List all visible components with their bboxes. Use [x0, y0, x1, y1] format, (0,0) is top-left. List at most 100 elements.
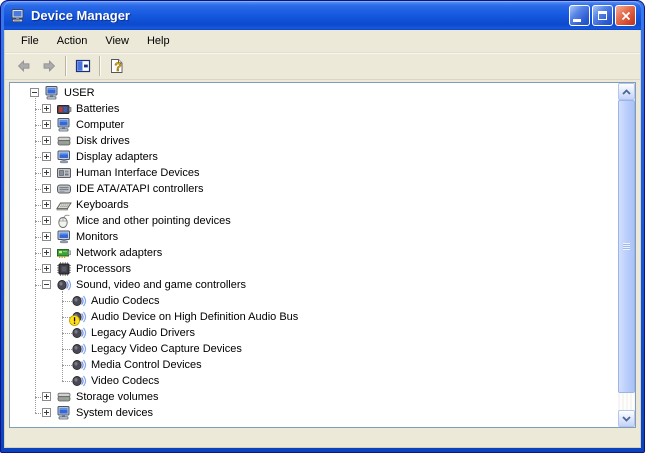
sound-icon [69, 309, 87, 326]
device-tree: USER Batteries Computer Disk drives Display … [10, 83, 618, 427]
tree-item-label: USER [64, 87, 95, 99]
sound-icon [71, 357, 87, 373]
disk-icon [56, 389, 72, 405]
ide-icon [56, 181, 72, 197]
monitor-icon [56, 229, 72, 245]
menu-bar: File Action View Help [5, 30, 640, 53]
close-button[interactable] [615, 5, 636, 26]
scrollbar-track[interactable] [618, 100, 635, 410]
tree-item[interactable]: Human Interface Devices [10, 165, 618, 181]
tree-item[interactable]: Mice and other pointing devices [10, 213, 618, 229]
expand-toggle[interactable] [42, 248, 51, 257]
tree-item-label: System devices [76, 407, 154, 419]
tree-item[interactable]: Video Codecs [10, 373, 618, 389]
sound-icon [71, 293, 87, 309]
tree-item[interactable]: Network adapters [10, 245, 618, 261]
keyboard-icon [56, 197, 72, 213]
tree-item-label: Media Control Devices [91, 359, 202, 371]
device-manager-app-icon [10, 8, 26, 24]
menu-item-file[interactable]: File [12, 32, 48, 50]
maximize-button[interactable] [592, 5, 613, 26]
tree-item-label: Audio Codecs [91, 295, 160, 307]
tree-item-label: Keyboards [76, 199, 129, 211]
battery-icon [56, 101, 72, 117]
expand-toggle[interactable] [42, 408, 51, 417]
sound-icon [71, 373, 87, 389]
tree-item-label: Audio Device on High Definition Audio Bu… [91, 311, 299, 323]
forward-arrow-icon [43, 60, 55, 72]
sound-icon [71, 325, 87, 341]
tree-item-label: IDE ATA/ATAPI controllers [76, 183, 204, 195]
scrollbar-thumb[interactable] [618, 100, 635, 393]
tree-item-label: Display adapters [76, 151, 158, 163]
title-bar: Device Manager [4, 1, 641, 30]
tree-item-label: Disk drives [76, 135, 130, 147]
tree-item[interactable]: USER [10, 85, 618, 101]
tree-item-label: Monitors [76, 231, 119, 243]
back-button[interactable] [11, 55, 36, 77]
expand-toggle[interactable] [42, 152, 51, 161]
expand-toggle[interactable] [42, 216, 51, 225]
toolbar-separator [99, 56, 100, 76]
computer-icon [56, 405, 72, 421]
expand-toggle[interactable] [42, 200, 51, 209]
close-icon [621, 11, 630, 20]
tree-item[interactable]: Sound, video and game controllers [10, 277, 618, 293]
scroll-up-button[interactable] [618, 83, 635, 100]
hid-icon [56, 165, 72, 181]
tree-item[interactable]: Legacy Audio Drivers [10, 325, 618, 341]
minimize-button[interactable] [569, 5, 590, 26]
forward-button[interactable] [36, 55, 61, 77]
tree-item-label: Processors [76, 263, 132, 275]
tree-item[interactable]: Audio Device on High Definition Audio Bu… [10, 309, 618, 326]
help-button[interactable]: ? [104, 55, 129, 77]
expand-toggle[interactable] [42, 168, 51, 177]
tree-item[interactable]: Batteries [10, 101, 618, 117]
sound-icon [56, 277, 72, 293]
collapse-toggle[interactable] [30, 88, 39, 97]
window-title: Device Manager [31, 8, 130, 23]
scroll-down-button[interactable] [618, 410, 635, 427]
tree-item[interactable]: System devices [10, 405, 618, 421]
tree-item[interactable]: Storage volumes [10, 389, 618, 405]
processor-icon [56, 261, 72, 277]
tree-item-label: Batteries [76, 103, 120, 115]
tree-item-label: Computer [76, 119, 125, 131]
expand-toggle[interactable] [42, 392, 51, 401]
tree-item[interactable]: Legacy Video Capture Devices [10, 341, 618, 357]
expand-toggle[interactable] [42, 104, 51, 113]
chevron-up-icon [622, 88, 631, 95]
show-console-tree-icon [75, 59, 90, 73]
help-icon: ? [110, 59, 122, 74]
expand-toggle[interactable] [42, 264, 51, 273]
tree-item-label: Mice and other pointing devices [76, 215, 231, 227]
network-icon [56, 245, 72, 261]
expand-toggle[interactable] [42, 136, 51, 145]
expand-toggle[interactable] [42, 184, 51, 193]
tree-item[interactable]: Monitors [10, 229, 618, 245]
tree-item[interactable]: Processors [10, 261, 618, 277]
tree-item-label: Network adapters [76, 247, 163, 259]
toolbar-separator [65, 56, 66, 76]
tree-item[interactable]: Keyboards [10, 197, 618, 213]
expand-toggle[interactable] [42, 232, 51, 241]
collapse-toggle[interactable] [42, 280, 51, 289]
tree-item[interactable]: Audio Codecs [10, 293, 618, 309]
vertical-scrollbar[interactable] [618, 83, 635, 427]
tree-item[interactable]: Disk drives [10, 133, 618, 149]
tree-item[interactable]: IDE ATA/ATAPI controllers [10, 181, 618, 197]
back-arrow-icon [17, 60, 29, 72]
client-area: File Action View Help ? USER Batteries C… [4, 30, 641, 448]
computer-icon [44, 85, 60, 101]
tree-item-label: Legacy Audio Drivers [91, 327, 195, 339]
toolbar: ? [5, 53, 640, 80]
menu-item-view[interactable]: View [96, 32, 138, 50]
tree-item[interactable]: Media Control Devices [10, 357, 618, 373]
tree-item[interactable]: Computer [10, 117, 618, 133]
expand-toggle[interactable] [42, 120, 51, 129]
tree-item[interactable]: Display adapters [10, 149, 618, 165]
chevron-down-icon [622, 415, 631, 422]
show-console-tree-button[interactable] [70, 55, 95, 77]
menu-item-action[interactable]: Action [48, 32, 97, 50]
menu-item-help[interactable]: Help [138, 32, 179, 50]
